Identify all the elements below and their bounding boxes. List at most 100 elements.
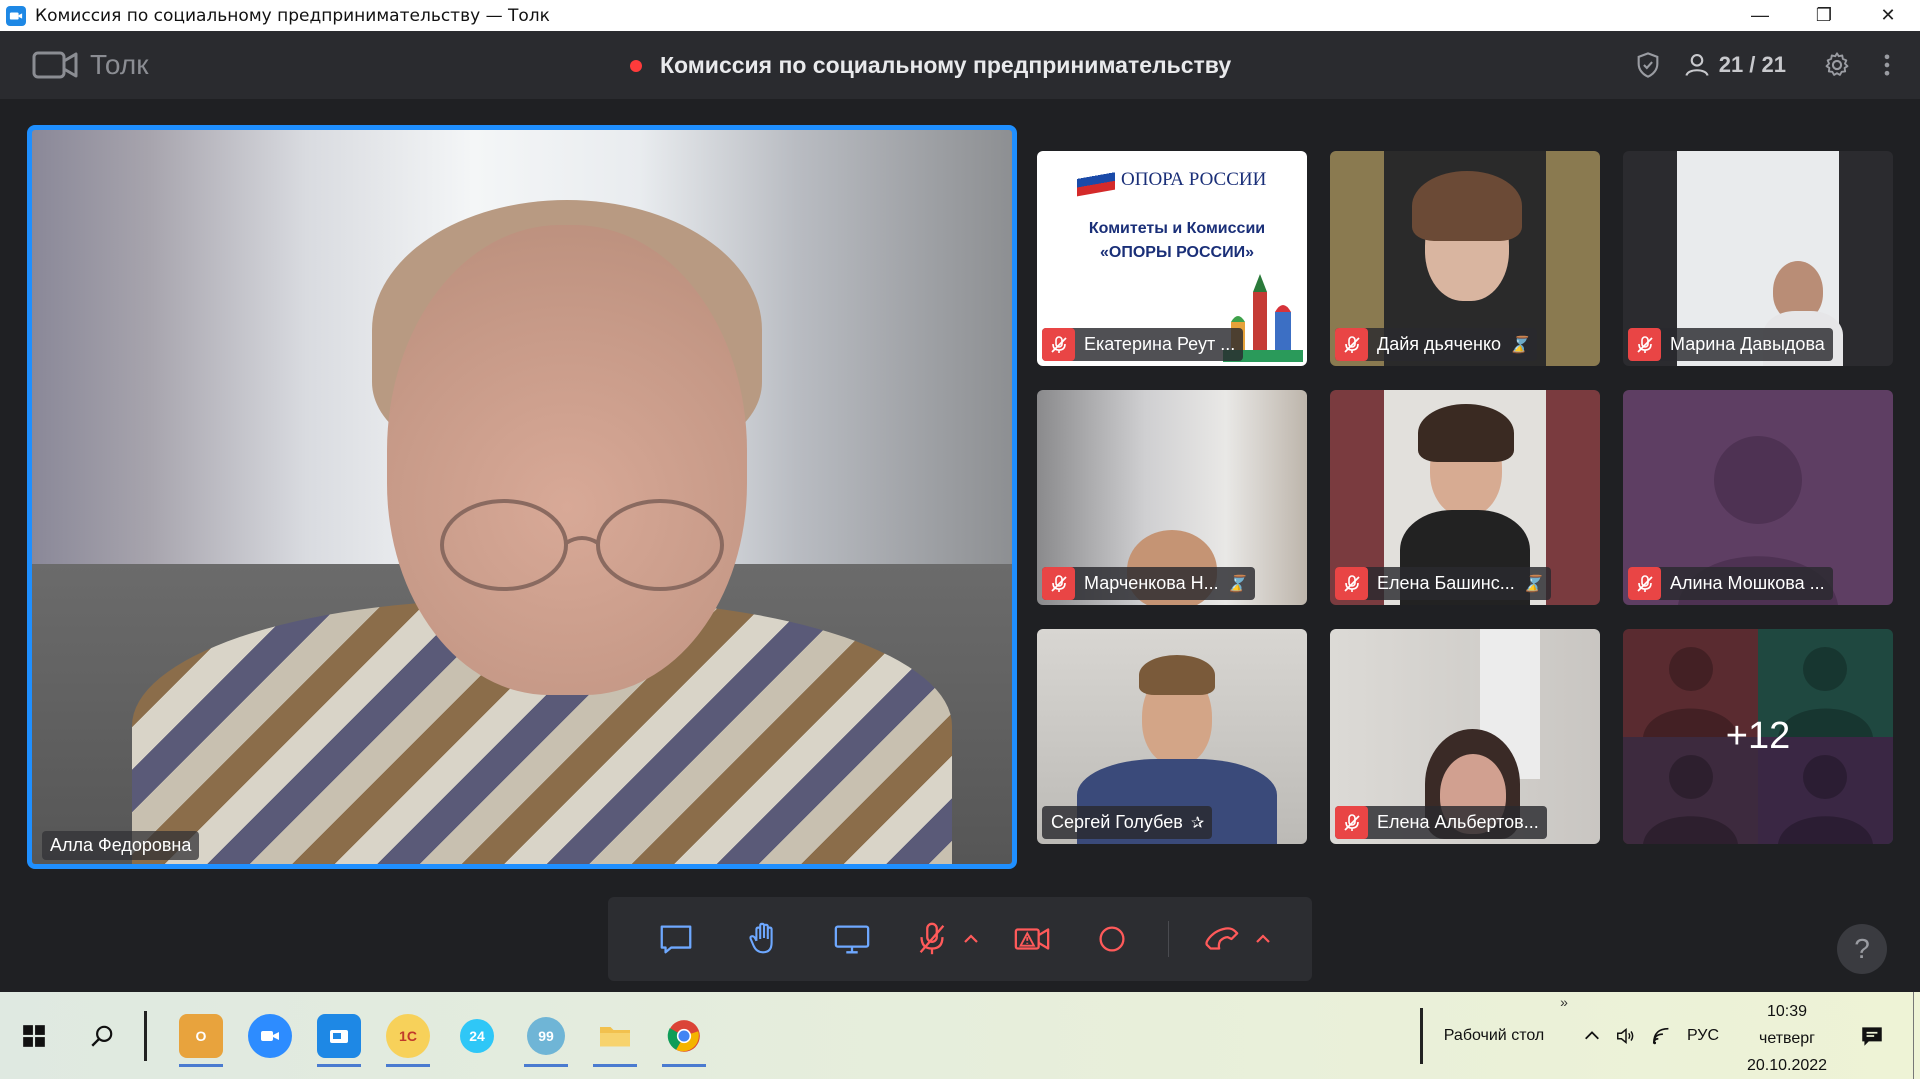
leave-call-button[interactable]	[1190, 897, 1254, 981]
participant-tile[interactable]: Марина Давыдова	[1623, 151, 1893, 366]
start-button[interactable]	[8, 992, 60, 1079]
tolk-app-icon	[6, 5, 26, 26]
microphone-button[interactable]	[900, 897, 964, 981]
record-icon	[1099, 926, 1125, 952]
microphone-options-button[interactable]	[956, 897, 986, 981]
volume-button[interactable]	[1610, 992, 1642, 1079]
participant-name: Дайя дьяченко	[1377, 334, 1502, 354]
raise-hand-button[interactable]	[732, 897, 796, 981]
participant-tile[interactable]: Елена Башинс... ⌛	[1330, 390, 1600, 605]
taskbar-app-tolk[interactable]	[313, 992, 365, 1079]
meeting-controls	[608, 897, 1312, 981]
active-indicator	[593, 1064, 637, 1067]
participant-hair	[1139, 655, 1215, 695]
chevron-up-icon	[964, 934, 978, 943]
participant-label: Елена Альбертов...	[1335, 806, 1547, 839]
taskbar-app-1c[interactable]: 1С	[382, 992, 434, 1079]
taskbar-app-bitrix24[interactable]: 24	[451, 992, 503, 1079]
window-title: Комиссия по социальному предпринимательс…	[35, 5, 550, 26]
participant-tile[interactable]: Дайя дьяченко ⌛	[1330, 151, 1600, 366]
windows-taskbar: O 1С 24 99 » Рабочий стол РУС 10:39 четв…	[0, 992, 1920, 1079]
hourglass-icon: ⌛	[1226, 575, 1247, 593]
participant-label: Дайя дьяченко ⌛	[1335, 328, 1537, 361]
more-participants-tile[interactable]: +12	[1623, 629, 1893, 844]
participant-hair	[1412, 171, 1522, 241]
meeting-title-text: Комиссия по социальному предпринимательс…	[660, 52, 1232, 78]
chat-button[interactable]	[644, 897, 708, 981]
notifications-button[interactable]	[1852, 992, 1892, 1079]
active-indicator	[662, 1064, 706, 1067]
participant-hair	[1418, 404, 1514, 462]
opora-logo: ОПОРА РОССИИ	[1077, 163, 1266, 197]
leave-call-options-button[interactable]	[1248, 897, 1278, 981]
participant-tile[interactable]: Елена Альбертов...	[1330, 629, 1600, 844]
glasses-shape	[440, 499, 724, 591]
desktop-label: Рабочий стол	[1443, 1026, 1545, 1044]
minimize-button[interactable]: —	[1728, 0, 1792, 31]
taskbar-app-bitrix-notify[interactable]: 99	[520, 992, 572, 1079]
participant-label: Марченкова Н... ⌛	[1042, 567, 1255, 600]
taskbar-separator	[142, 992, 148, 1079]
taskbar-app-outlook[interactable]: O	[175, 992, 227, 1079]
participants-count: 21 / 21	[1718, 52, 1786, 77]
notification-icon	[1862, 1026, 1882, 1046]
screen-share-icon	[834, 925, 870, 954]
participant-tile[interactable]: Алина Мошкова ...	[1623, 390, 1893, 605]
person-icon	[1685, 54, 1709, 76]
clock-weekday: четверг	[1759, 1030, 1815, 1047]
raise-hand-icon	[749, 922, 773, 954]
zoom-icon	[248, 1013, 292, 1058]
clock-date: 20.10.2022	[1746, 1057, 1828, 1074]
taskbar-app-zoom[interactable]	[244, 992, 296, 1079]
divider	[1168, 921, 1169, 957]
screen-share-button[interactable]	[818, 897, 886, 981]
app-header: Толк Комиссия по социальному предпринима…	[0, 31, 1920, 99]
settings-button[interactable]	[1812, 40, 1862, 90]
more-menu-button[interactable]	[1862, 40, 1912, 90]
windows-logo-icon	[23, 1024, 45, 1047]
bitrix-notify-icon: 99	[527, 1016, 565, 1055]
camera-button[interactable]	[1000, 897, 1064, 981]
network-button[interactable]	[1646, 992, 1678, 1079]
search-button[interactable]	[76, 992, 128, 1079]
maximize-button[interactable]: ❐	[1792, 0, 1856, 31]
show-desktop-button[interactable]	[1913, 992, 1920, 1079]
close-button[interactable]: ✕	[1856, 0, 1920, 31]
pin-icon: ✰	[1190, 814, 1205, 832]
record-button[interactable]	[1080, 897, 1144, 981]
active-indicator	[386, 1064, 430, 1067]
overflow-chevron[interactable]: »	[1550, 992, 1578, 1012]
tray-overflow-button[interactable]	[1576, 992, 1608, 1079]
gear-icon	[1825, 52, 1849, 76]
security-shield-button[interactable]	[1623, 40, 1673, 90]
brand: Толк	[32, 49, 148, 81]
participant-name: Марченкова Н...	[1084, 573, 1219, 593]
participant-name: Сергей Голубев	[1051, 812, 1183, 832]
opora-slide-line2: «ОПОРЫ РОССИИ»	[1100, 244, 1254, 261]
search-icon	[91, 1025, 113, 1047]
participant-tile[interactable]: Марченкова Н... ⌛	[1037, 390, 1307, 605]
clock-time: 10:39	[1766, 1003, 1808, 1020]
more-participants-count: +12	[1725, 715, 1791, 757]
desktop-toolbar[interactable]: Рабочий стол	[1434, 992, 1554, 1079]
language-indicator[interactable]: РУС	[1682, 992, 1724, 1079]
mic-off-icon	[1628, 567, 1661, 600]
taskbar-app-chrome[interactable]	[658, 992, 710, 1079]
hourglass-icon: ⌛	[1522, 575, 1543, 593]
camera-logo-icon	[32, 51, 78, 79]
mic-off-icon	[919, 922, 945, 955]
shield-check-icon	[1637, 52, 1659, 78]
help-button[interactable]: ?	[1837, 924, 1887, 974]
taskbar-app-explorer[interactable]	[589, 992, 641, 1079]
chat-icon	[660, 925, 692, 954]
mic-off-icon	[1335, 806, 1368, 839]
participant-tile[interactable]: Сергей Голубев ✰	[1037, 629, 1307, 844]
opora-slide-text: Комитеты и Комиссии «ОПОРЫ РОССИИ»	[1037, 217, 1307, 265]
chevron-up-icon	[1585, 1030, 1599, 1039]
active-indicator	[524, 1064, 568, 1067]
main-speaker-video[interactable]: Алла Федоровна	[27, 125, 1017, 869]
participant-tile[interactable]: ОПОРА РОССИИ Комитеты и Комиссии «ОПОРЫ …	[1037, 151, 1307, 366]
opora-slide-line1: Комитеты и Комиссии	[1088, 220, 1266, 237]
taskbar-clock[interactable]: 10:39 четверг 20.10.2022	[1735, 998, 1839, 1079]
participants-button[interactable]: 21 / 21	[1683, 51, 1786, 79]
